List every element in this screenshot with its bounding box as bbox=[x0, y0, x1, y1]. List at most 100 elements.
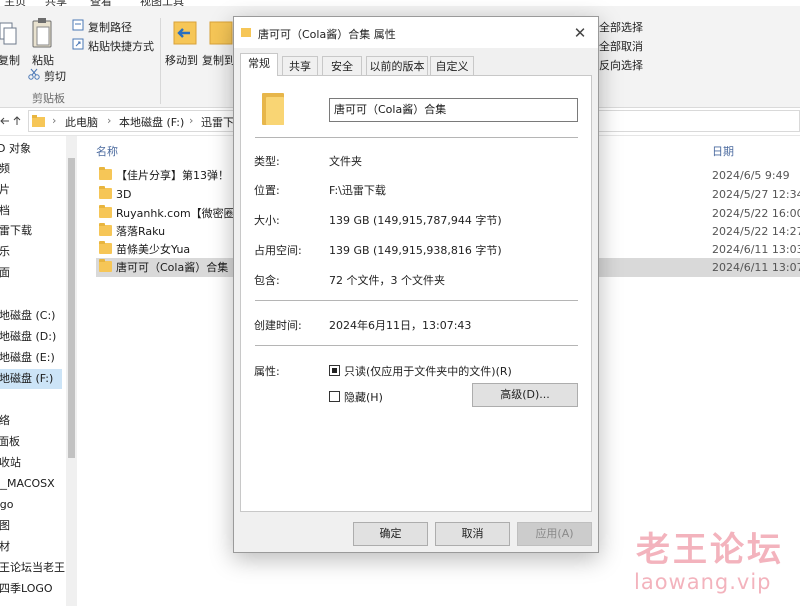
file-name: 苗條美少女Yua bbox=[116, 243, 191, 256]
nav-item-network[interactable]: 网络 bbox=[0, 411, 10, 431]
nav-item-desktop[interactable]: 桌面 bbox=[0, 263, 10, 283]
location-label: 位置: bbox=[254, 184, 280, 197]
cut-icon[interactable] bbox=[28, 68, 40, 80]
paste-shortcut-icon[interactable] bbox=[72, 38, 84, 50]
file-date: 2024/5/27 12:34 bbox=[712, 188, 800, 201]
copy-path-button[interactable]: 复制路径 bbox=[88, 19, 132, 35]
nav-scrollbar-thumb[interactable] bbox=[68, 158, 75, 458]
location-value: F:\迅雷下载 bbox=[329, 184, 386, 197]
nav-item-recycle-bin[interactable]: 回收站 bbox=[0, 453, 21, 473]
tab-sharing[interactable]: 共享 bbox=[282, 56, 318, 75]
select-none-button[interactable]: 全部取消 bbox=[599, 38, 643, 54]
breadcrumb-drive-f[interactable]: 本地磁盘 (F:) bbox=[119, 114, 184, 130]
file-date: 2024/6/5 9:49 bbox=[712, 169, 790, 182]
nav-item-drive-c[interactable]: 本地磁盘 (C:) bbox=[0, 306, 55, 326]
nav-item-videos[interactable]: 视频 bbox=[0, 159, 10, 179]
contains-value: 72 个文件，3 个文件夹 bbox=[329, 274, 445, 287]
divider bbox=[255, 300, 578, 301]
file-name: Ruyanhk.com【微密圈】 bbox=[116, 207, 246, 220]
address-chevron: › bbox=[52, 114, 57, 127]
watermark-text-en: laowang.vip bbox=[634, 570, 772, 594]
select-all-button[interactable]: 全部选择 bbox=[599, 19, 643, 35]
hidden-checkbox[interactable] bbox=[329, 391, 340, 402]
folder-icon bbox=[32, 115, 45, 127]
nav-item-drive-f[interactable]: 本地磁盘 (F:) bbox=[0, 369, 62, 389]
created-value: 2024年6月11日，13:07:43 bbox=[329, 319, 472, 332]
nav-item-materials[interactable]: 素材 bbox=[0, 537, 10, 557]
file-name: 【佳片分享】第13弹！【 bbox=[116, 169, 240, 182]
dialog-titlebar[interactable]: 唐可可（Cola酱）合集 属性 ✕ bbox=[234, 17, 598, 48]
nav-item-3d-objects[interactable]: 3D 对象 bbox=[0, 139, 31, 159]
folder-icon bbox=[99, 205, 112, 218]
file-date: 2024/6/11 13:07 bbox=[712, 261, 800, 274]
file-name: 落落Raku bbox=[116, 225, 166, 238]
folder-icon bbox=[241, 28, 251, 37]
column-header-name[interactable]: 名称 bbox=[96, 143, 118, 159]
nav-item-drive-d[interactable]: 本地磁盘 (D:) bbox=[0, 327, 56, 347]
folder-icon bbox=[99, 186, 112, 199]
dialog-title: 唐可可（Cola酱）合集 属性 bbox=[258, 28, 396, 41]
address-chevron: › bbox=[107, 114, 112, 127]
back-arrow-icon[interactable] bbox=[0, 116, 10, 126]
nav-item-logo-24[interactable]: 二四季LOGO bbox=[0, 579, 53, 599]
divider bbox=[255, 345, 578, 346]
copy-to-button[interactable]: 复制到 bbox=[202, 52, 235, 68]
column-header-date[interactable]: 日期 bbox=[712, 143, 734, 159]
invert-selection-button[interactable]: 反向选择 bbox=[599, 57, 643, 73]
nav-item-xunlei[interactable]: 迅雷下载 bbox=[0, 221, 32, 241]
folder-icon bbox=[262, 93, 284, 125]
created-label: 创建时间: bbox=[254, 319, 302, 332]
size-value: 139 GB (149,915,787,944 字节) bbox=[329, 214, 502, 227]
hidden-label[interactable]: 隐藏(H) bbox=[344, 389, 383, 405]
address-chevron: › bbox=[189, 114, 194, 127]
paste-button[interactable]: 粘贴 bbox=[32, 52, 54, 68]
copy-icon[interactable] bbox=[0, 20, 18, 50]
ribbon-separator bbox=[160, 18, 161, 104]
nav-item-laowang[interactable]: 老王论坛当老王 bbox=[0, 558, 65, 578]
contains-label: 包含: bbox=[254, 274, 280, 287]
close-button[interactable]: ✕ bbox=[570, 23, 590, 43]
divider bbox=[255, 137, 578, 138]
nav-item-control-panel[interactable]: 控制面板 bbox=[0, 432, 20, 452]
tab-previous-versions[interactable]: 以前的版本 bbox=[366, 56, 428, 75]
move-to-button[interactable]: 移动到 bbox=[165, 52, 198, 68]
properties-dialog: 唐可可（Cola酱）合集 属性 ✕ 常规 共享 安全 以前的版本 自定义 唐可可… bbox=[233, 16, 599, 553]
size-label: 大小: bbox=[254, 214, 280, 227]
breadcrumb-this-pc[interactable]: 此电脑 bbox=[65, 114, 98, 130]
nav-item-documents[interactable]: 文档 bbox=[0, 201, 10, 221]
folder-name-field[interactable]: 唐可可（Cola酱）合集 bbox=[329, 98, 578, 122]
copy-path-icon[interactable] bbox=[72, 19, 84, 31]
readonly-label[interactable]: 只读(仅应用于文件夹中的文件)(R) bbox=[344, 363, 512, 379]
ok-button[interactable]: 确定 bbox=[353, 522, 428, 546]
file-date: 2024/6/11 13:03 bbox=[712, 243, 800, 256]
tab-general[interactable]: 常规 bbox=[240, 53, 278, 76]
nav-item-macosx[interactable]: __MACOSX bbox=[0, 474, 55, 494]
watermark-text-cn: 老王论坛 bbox=[636, 530, 784, 570]
cut-button[interactable]: 剪切 bbox=[44, 68, 66, 84]
nav-item-pictures[interactable]: 图片 bbox=[0, 180, 10, 200]
nav-item-logo[interactable]: logo bbox=[0, 495, 14, 515]
attributes-label: 属性: bbox=[254, 365, 280, 378]
up-arrow-icon[interactable] bbox=[12, 116, 22, 126]
file-name: 3D bbox=[116, 188, 132, 201]
advanced-button[interactable]: 高级(D)... bbox=[472, 383, 578, 407]
cancel-button[interactable]: 取消 bbox=[435, 522, 510, 546]
move-to-icon[interactable] bbox=[172, 18, 198, 48]
folder-icon bbox=[99, 167, 112, 180]
tab-security[interactable]: 安全 bbox=[322, 56, 362, 75]
nav-item-screenshots[interactable]: 截图 bbox=[0, 516, 10, 536]
nav-item-music[interactable]: 音乐 bbox=[0, 242, 10, 262]
paste-icon[interactable] bbox=[32, 18, 54, 50]
nav-item-drive-e[interactable]: 本地磁盘 (E:) bbox=[0, 348, 55, 368]
copy-button[interactable]: 复制 bbox=[0, 52, 20, 68]
clipboard-group-label: 剪贴板 bbox=[32, 92, 65, 105]
paste-shortcut-button[interactable]: 粘贴快捷方式 bbox=[88, 38, 154, 54]
copy-to-icon[interactable] bbox=[208, 18, 234, 48]
size-on-disk-value: 139 GB (149,915,938,816 字节) bbox=[329, 244, 502, 257]
tab-customize[interactable]: 自定义 bbox=[430, 56, 474, 75]
apply-button[interactable]: 应用(A) bbox=[517, 522, 592, 546]
readonly-checkbox[interactable] bbox=[329, 365, 340, 376]
folder-icon bbox=[99, 241, 112, 254]
nav-item-label: 本地磁盘 (F:) bbox=[0, 372, 54, 385]
type-label: 类型: bbox=[254, 155, 280, 168]
